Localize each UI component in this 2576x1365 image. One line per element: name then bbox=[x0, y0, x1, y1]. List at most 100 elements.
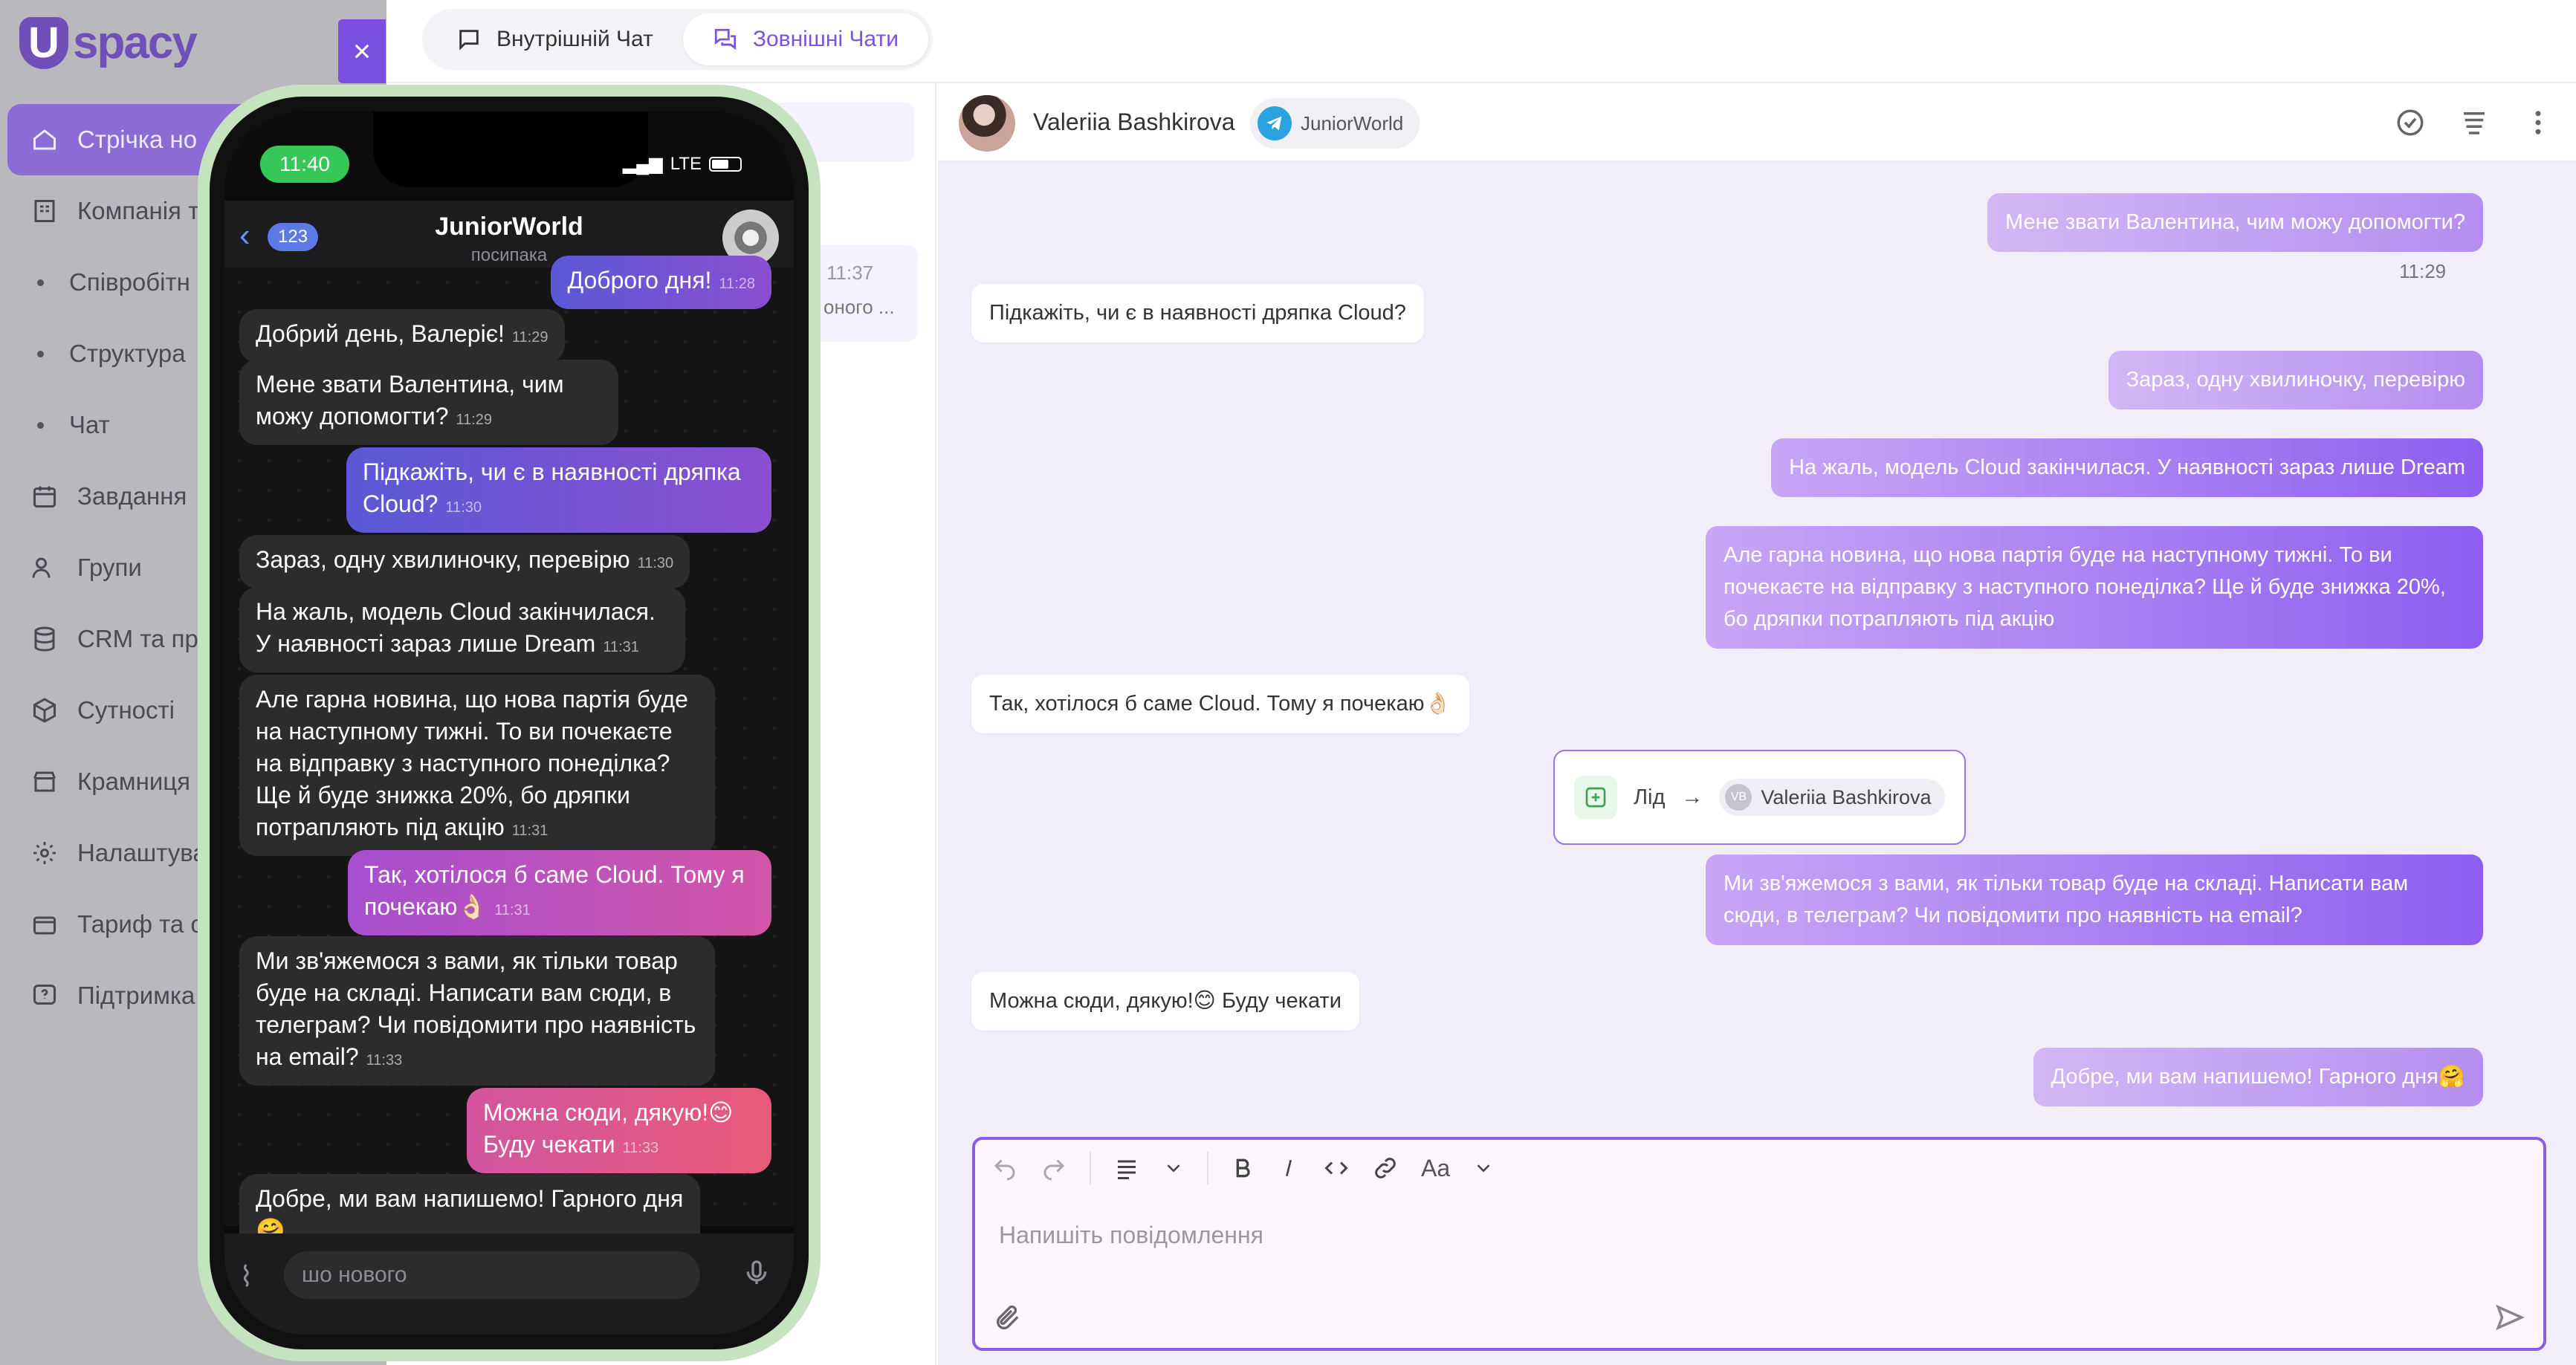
message-text: Але гарна новина, що нова партія буде на… bbox=[256, 686, 688, 840]
tab-internal-chat[interactable]: Внутрішній Чат bbox=[427, 13, 683, 65]
microphone-icon[interactable] bbox=[742, 1256, 771, 1294]
phone-chat-title: JuniorWorld bbox=[435, 213, 583, 241]
phone-message-input[interactable]: шо нового bbox=[284, 1251, 700, 1299]
message-outgoing: Добре, ми вам напишемо! Гарного дня🤗 bbox=[2033, 1048, 2483, 1106]
message-text: Можна сюди, дякую!😊 Буду чекати bbox=[483, 1099, 734, 1158]
message-outgoing: На жаль, модель Cloud закінчилася. У ная… bbox=[1771, 438, 2483, 497]
message-composer[interactable]: Aa Напишіть повідомлення bbox=[972, 1137, 2546, 1351]
lead-label: Лід bbox=[1634, 785, 1666, 809]
chat-header: Valeriia Bashkirova JuniorWorld bbox=[938, 83, 2576, 162]
phone-message-outgoing: Можна сюди, дякую!😊 Буду чекати 11:33 bbox=[467, 1088, 771, 1173]
layers-icon[interactable] bbox=[2459, 107, 2490, 138]
lead-link-card[interactable]: Лід → VB Valeriia Bashkirova bbox=[1553, 750, 1966, 845]
channel-name: JuniorWorld bbox=[1301, 111, 1404, 134]
divider bbox=[1207, 1152, 1208, 1184]
sidebar-item-label: Стрічка но bbox=[77, 126, 198, 153]
message-outgoing: Зараз, одну хвилиночку, перевірю bbox=[2108, 351, 2483, 409]
phone-message-incoming: Мене звати Валентина, чим можу допомогти… bbox=[239, 360, 618, 445]
phone-message-incoming: Зараз, одну хвилиночку, перевірю 11:30 bbox=[239, 535, 690, 589]
sidebar-item-label: Компанія т bbox=[77, 197, 200, 224]
users-icon bbox=[30, 553, 59, 583]
phone-message-list: Доброго дня! 11:28 Добрий день, Валеріє! 1… bbox=[224, 256, 794, 1256]
top-tab-bar: Внутрішній Чат Зовнішні Чати bbox=[386, 0, 2576, 83]
check-circle-icon[interactable] bbox=[2395, 107, 2426, 138]
message-text: Підкажіть, чи є в наявності дряпка Cloud… bbox=[363, 458, 741, 517]
align-icon[interactable] bbox=[1113, 1155, 1140, 1181]
database-icon bbox=[30, 624, 59, 654]
message-text: Доброго дня! bbox=[567, 267, 712, 294]
contact-initials: VB bbox=[1725, 784, 1753, 811]
close-button[interactable]: × bbox=[338, 19, 386, 83]
phone-message-incoming: Добрий день, Валеріє! 11:29 bbox=[239, 309, 565, 363]
phone-notch bbox=[373, 111, 648, 187]
undo-icon[interactable] bbox=[991, 1155, 1018, 1181]
chat-list-item-snippet: оного ... bbox=[823, 296, 895, 318]
link-icon[interactable] bbox=[1372, 1155, 1399, 1181]
phone-message-outgoing: Так, хотілося б саме Cloud. Тому я почек… bbox=[348, 850, 771, 936]
message-time: 11:29 bbox=[2399, 260, 2447, 282]
logo-text: spacy bbox=[73, 17, 198, 68]
message-time: 11:30 bbox=[445, 499, 482, 516]
phone-message-outgoing: Підкажіть, чи є в наявності дряпка Cloud… bbox=[346, 447, 771, 533]
message-text: На жаль, модель Cloud закінчилася. У ная… bbox=[256, 598, 656, 657]
bullet-icon bbox=[37, 421, 44, 429]
bullet-icon bbox=[37, 350, 44, 357]
sidebar-item-label: Структура bbox=[69, 340, 186, 367]
message-time: 11:29 bbox=[456, 412, 493, 428]
message-time: 11:33 bbox=[366, 1052, 403, 1069]
sidebar-item-label: Налаштува bbox=[77, 839, 207, 866]
telegram-icon bbox=[1258, 106, 1292, 140]
code-icon[interactable] bbox=[1323, 1155, 1350, 1181]
building-icon bbox=[30, 196, 59, 226]
italic-icon[interactable] bbox=[1277, 1156, 1301, 1180]
chat-tabs: Внутрішній Чат Зовнішні Чати bbox=[422, 9, 933, 70]
sidebar-item-label: Підтримка bbox=[77, 982, 195, 1009]
send-icon[interactable] bbox=[2494, 1302, 2525, 1333]
lead-contact-name: Valeriia Bashkirova bbox=[1761, 785, 1932, 808]
message-text: Зараз, одну хвилиночку, перевірю bbox=[256, 546, 630, 573]
message-text: Добрий день, Валеріє! bbox=[256, 320, 505, 347]
chevron-down-icon[interactable] bbox=[1162, 1157, 1185, 1179]
lead-contact-pill[interactable]: VB Valeriia Bashkirova bbox=[1719, 779, 1945, 816]
tab-label: Зовнішні Чати bbox=[752, 27, 899, 51]
divider bbox=[1090, 1152, 1091, 1184]
editor-toolbar: Aa bbox=[975, 1140, 2543, 1196]
bullet-icon bbox=[37, 279, 44, 286]
phone-bezel: 11:40 ▂▄▆ LTE ‹ 123 JuniorWorld посипака … bbox=[210, 97, 809, 1349]
phone-message-outgoing: Доброго дня! 11:28 bbox=[551, 256, 771, 309]
channel-badge[interactable]: JuniorWorld bbox=[1250, 98, 1420, 149]
font-size-button[interactable]: Aa bbox=[1421, 1155, 1450, 1182]
avatar[interactable] bbox=[959, 95, 1015, 152]
contact-name[interactable]: Valeriia Bashkirova bbox=[1033, 108, 1235, 136]
cube-icon bbox=[30, 696, 59, 725]
more-vertical-icon[interactable] bbox=[2522, 107, 2554, 138]
tab-external-chats[interactable]: Зовнішні Чати bbox=[682, 13, 928, 65]
paperclip-icon[interactable] bbox=[993, 1303, 1023, 1333]
sidebar-item-label: Сутності bbox=[77, 696, 175, 724]
status-icons: ▂▄▆ LTE bbox=[623, 153, 742, 175]
paperclip-icon[interactable]: ⌇ bbox=[239, 1260, 253, 1294]
message-text: Ми зв'яжемося з вами, як тільки товар бу… bbox=[256, 947, 696, 1070]
sidebar-item-label: Завдання bbox=[77, 482, 187, 510]
sidebar-item-label: Тариф та о bbox=[77, 910, 204, 938]
sidebar-item-label: Співробітн bbox=[69, 268, 190, 296]
app-logo[interactable]: U spacy bbox=[19, 16, 198, 69]
chat-list-item-time: 11:37 bbox=[826, 262, 874, 284]
signal-icon: ▂▄▆ bbox=[622, 154, 663, 174]
network-label: LTE bbox=[670, 153, 702, 174]
bold-icon[interactable] bbox=[1231, 1156, 1255, 1180]
message-time: 11:28 bbox=[719, 276, 755, 292]
battery-icon bbox=[709, 156, 742, 172]
message-outgoing: Але гарна новина, що нова партія буде на… bbox=[1706, 526, 2483, 649]
message-time: 11:33 bbox=[622, 1140, 659, 1156]
message-input[interactable]: Напишіть повідомлення bbox=[999, 1222, 1263, 1249]
shop-icon bbox=[30, 767, 59, 797]
calendar-icon bbox=[30, 482, 59, 511]
phone-clock: 11:40 bbox=[260, 146, 349, 183]
chat-bubble-icon bbox=[459, 30, 479, 51]
redo-icon[interactable] bbox=[1041, 1155, 1067, 1181]
sidebar-item-label: CRM та пр bbox=[77, 625, 198, 652]
logo-mark: U bbox=[19, 16, 68, 69]
chat-header-actions bbox=[2395, 107, 2554, 138]
chevron-down-icon[interactable] bbox=[1472, 1157, 1495, 1179]
